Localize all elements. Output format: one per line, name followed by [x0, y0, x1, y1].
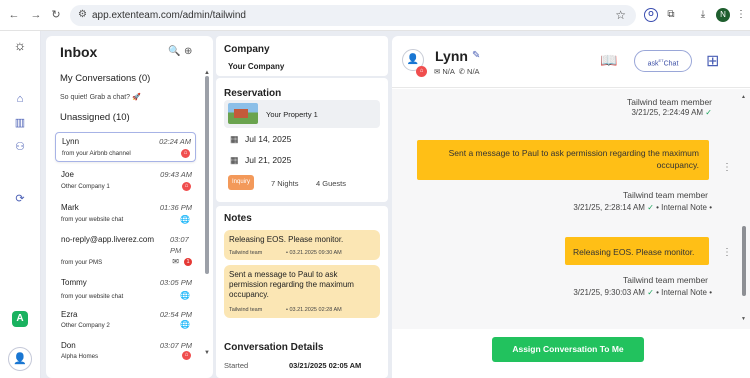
conversation-details-card: Conversation Details	[216, 334, 388, 378]
add-conversation-icon[interactable]: ⊕	[184, 46, 192, 57]
chat-scrollbar[interactable]: ▲ ▼	[741, 92, 747, 324]
user-account-icon[interactable]: 👤	[8, 347, 32, 371]
unassigned-heading[interactable]: Unassigned (10)	[60, 112, 130, 123]
ask-et-chat-button[interactable]: askETChat	[634, 50, 692, 72]
details-panel: Company Your Company Reservation Your Pr…	[216, 36, 388, 378]
download-icon[interactable]: ⤓	[696, 8, 710, 22]
back-icon[interactable]: ←	[8, 9, 20, 21]
edit-pencil-icon[interactable]: ✎	[472, 50, 480, 61]
conversation-item[interactable]: Joe 09:43 AM Other Company 1 ⌂	[55, 166, 196, 196]
scroll-down-icon[interactable]: ▼	[741, 316, 746, 322]
profile-avatar[interactable]: N	[716, 8, 730, 22]
globe-icon: 🌐	[180, 320, 190, 329]
knowledge-book-icon[interactable]: 📖	[598, 52, 620, 74]
message-timestamp: 3/21/25, 2:24:49 AM ✓	[631, 108, 712, 117]
globe-icon: 🌐	[180, 291, 190, 300]
chat-panel: 👤 ⌂ Lynn ✎ ✉ N/A ✆ N/A 📖 askETChat ⊞ Tai…	[392, 36, 750, 378]
company-value: Your Company	[228, 62, 285, 71]
check-icon: ✓	[647, 203, 654, 212]
property-card[interactable]: Your Property 1	[224, 100, 380, 128]
address-bar[interactable]: ⚙ app.extenteam.com/admin/tailwind ☆	[70, 5, 636, 26]
inbox-scrollbar[interactable]: ▲ ▼	[204, 70, 210, 362]
assign-conversation-button[interactable]: Assign Conversation To Me	[492, 337, 644, 362]
unread-count-badge: 1	[184, 258, 192, 266]
guest-count: 4 Guests	[316, 179, 347, 188]
internal-note-bubble[interactable]: Sent a message to Paul to ask permission…	[417, 140, 709, 180]
message-sender: Tailwind team member	[626, 97, 712, 107]
conversation-item[interactable]: Ezra 02:54 PM Other Company 2 🌐	[55, 306, 196, 336]
url-text: app.extenteam.com/admin/tailwind	[92, 10, 246, 21]
search-icon[interactable]: 🔍	[168, 46, 180, 57]
reload-icon[interactable]: ↻	[50, 9, 62, 21]
property-thumbnail	[228, 103, 258, 124]
calendar-icon: ▦	[230, 155, 239, 165]
inbox-title: Inbox	[60, 44, 98, 60]
phone-icon: ✆	[458, 67, 465, 76]
company-card: Company Your Company	[216, 36, 388, 76]
mail-icon: ✉	[434, 67, 441, 76]
message-sender: Tailwind team member	[622, 190, 708, 200]
browser-toolbar: ← → ↻ ⚙ app.extenteam.com/admin/tailwind…	[0, 0, 750, 31]
conversation-item[interactable]: Lynn 02:24 AM from your Airbnb channel ⌂	[55, 132, 196, 162]
bookmark-star-icon[interactable]: ☆	[615, 8, 626, 22]
check-icon: ✓	[705, 108, 712, 117]
envelope-icon: ✉	[172, 257, 179, 266]
extension-o-icon[interactable]: O	[644, 8, 658, 22]
airbnb-icon: ⌂	[182, 351, 191, 360]
calendar-icon: ▦	[230, 134, 239, 144]
extensions-puzzle-icon[interactable]: ⧉	[664, 8, 678, 22]
browser-menu-icon[interactable]: ⋮	[734, 8, 748, 22]
message-timestamp: 3/21/25, 2:28:14 AM ✓ • Internal Note •	[573, 203, 712, 212]
team-icon[interactable]: ⚇	[12, 139, 28, 155]
check-icon: ✓	[647, 288, 654, 297]
contact-info: ✉ N/A ✆ N/A	[434, 67, 480, 76]
empty-state-text: So quiet! Grab a chat? 🚀	[60, 94, 141, 101]
started-value: 03/21/2025 02:05 AM	[289, 361, 362, 370]
sync-icon[interactable]: ⟳	[12, 191, 28, 207]
my-conversations-heading[interactable]: My Conversations (0)	[60, 73, 150, 84]
forward-icon[interactable]: →	[30, 9, 42, 21]
scrollbar-thumb[interactable]	[205, 76, 209, 274]
internal-note-bubble[interactable]: Releasing EOS. Please monitor.	[565, 237, 709, 265]
checkout-date: ▦ Jul 21, 2025	[230, 155, 292, 165]
message-menu-icon[interactable]: ⋮	[722, 247, 732, 258]
home-icon[interactable]: ⌂	[12, 91, 28, 107]
status-badge: Inquiry	[228, 175, 254, 190]
building-icon[interactable]: ▥	[12, 115, 28, 131]
scroll-up-icon[interactable]: ▲	[741, 94, 746, 100]
sun-logo-icon[interactable]: ☼	[12, 37, 28, 53]
scrollbar-thumb[interactable]	[742, 226, 746, 296]
message-list: Tailwind team member 3/21/25, 2:24:49 AM…	[392, 89, 750, 329]
checkin-date: ▦ Jul 14, 2025	[230, 134, 292, 144]
scroll-down-icon[interactable]: ▼	[204, 350, 210, 356]
left-nav-rail: ☼ ⌂ ▥ ⚇ ⟳ A 👤	[0, 31, 41, 378]
note-item[interactable]: Sent a message to Paul to ask permission…	[224, 265, 380, 318]
conversation-item[interactable]: no-reply@app.liverez.com 03:07 PM from y…	[55, 230, 196, 270]
site-settings-icon[interactable]: ⚙	[78, 9, 87, 20]
started-label: Started	[224, 361, 249, 370]
inbox-panel: Inbox 🔍 ⊕ My Conversations (0) So quiet!…	[46, 36, 213, 378]
airbnb-icon: ⌂	[182, 182, 191, 191]
app-logo-icon[interactable]: A	[12, 311, 28, 327]
contact-name: Lynn	[435, 48, 468, 64]
message-sender: Tailwind team member	[622, 275, 708, 285]
conversation-item[interactable]: Tommy 03:05 PM from your website chat 🌐	[55, 274, 196, 304]
message-timestamp: 3/21/25, 9:30:03 AM ✓ • Internal Note •	[573, 288, 712, 297]
message-menu-icon[interactable]: ⋮	[722, 162, 732, 173]
globe-icon: 🌐	[180, 215, 190, 224]
airbnb-icon: ⌂	[416, 66, 427, 77]
apps-grid-icon[interactable]: ⊞	[706, 51, 719, 71]
conversation-item[interactable]: Mark 01:36 PM from your website chat 🌐	[55, 199, 196, 229]
note-item[interactable]: Releasing EOS. Please monitor. Tailwind …	[224, 230, 380, 260]
airbnb-icon: ⌂	[181, 149, 190, 158]
chat-header: 👤 ⌂ Lynn ✎ ✉ N/A ✆ N/A 📖 askETChat ⊞	[392, 36, 750, 88]
nights-count: 7 Nights	[271, 179, 299, 188]
conversation-item[interactable]: Don 03:07 PM Alpha Homes ⌂	[55, 337, 196, 367]
